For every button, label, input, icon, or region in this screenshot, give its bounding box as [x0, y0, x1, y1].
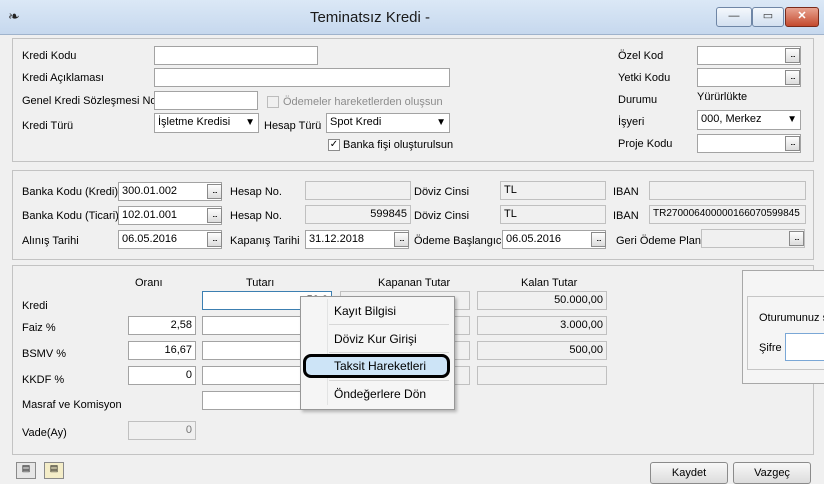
kapanis-tarihi-label: Kapanış Tarihi: [230, 235, 300, 247]
durumu-label: Durumu: [618, 94, 658, 106]
chevron-down-icon: ▼: [787, 114, 797, 125]
kredi-aciklamasi-label: Kredi Açıklaması: [22, 72, 104, 84]
menu-separator: [329, 380, 449, 381]
kredi-kalan-field: 50.000,00: [477, 291, 607, 310]
banka-ticari-lookup-button[interactable]: ...: [207, 208, 222, 223]
banka-kredi-lookup-button[interactable]: ...: [207, 184, 222, 199]
col-tutari-header: Tutarı: [246, 277, 275, 289]
hesap-no-field: [305, 181, 411, 200]
kkdf-row-label: KKDF %: [22, 374, 65, 386]
col-kapanan-header: Kapanan Tutar: [378, 277, 451, 289]
kredi-turu-value: İşletme Kredisi: [158, 116, 231, 128]
col-orani-header: Oranı: [135, 277, 163, 289]
context-menu: Kayıt Bilgisi Döviz Kur Girişi Taksit Ha…: [300, 296, 455, 410]
oturum-label: Oturumunuz s: [759, 312, 824, 324]
sifre-input[interactable]: [785, 333, 824, 361]
odeme-baslangici-calendar-button[interactable]: ...: [591, 232, 606, 247]
banka-ticari-label: Banka Kodu (Ticari): [22, 210, 119, 222]
faiz-oran-input[interactable]: 2,58: [128, 316, 196, 335]
hesap-turu-select[interactable]: Spot Kredi ▼: [326, 113, 450, 133]
chevron-down-icon: ▼: [436, 117, 446, 128]
vazgec-button[interactable]: Vazgeç: [733, 462, 811, 484]
faiz-row-label: Faiz %: [22, 322, 56, 334]
login-dialog: Oturumunuz s Şifre: [742, 270, 824, 384]
vade-label: Vade(Ay): [22, 427, 67, 439]
ozel-kod-lookup-button[interactable]: ...: [785, 48, 800, 63]
hesap-no-label: Hesap No.: [230, 186, 282, 198]
kredi-aciklamasi-input[interactable]: [154, 68, 450, 87]
isyeri-label: İşyeri: [618, 116, 645, 128]
doviz-cinsi-field: TL: [500, 181, 606, 200]
odemeler-checkbox[interactable]: [267, 96, 279, 108]
banka-fisi-label: Banka fişi oluşturulsun: [343, 139, 454, 151]
hesap-no-2-label: Hesap No.: [230, 210, 282, 222]
isyeri-value: 000, Merkez: [701, 113, 762, 125]
banka-kredi-label: Banka Kodu (Kredi): [22, 186, 118, 198]
bsmv-kalan-field: 500,00: [477, 341, 607, 360]
menu-gutter: [327, 299, 328, 405]
odemeler-label: Ödemeler hareketlerden oluşsun: [283, 96, 443, 108]
genel-kredi-input[interactable]: [154, 91, 258, 110]
faiz-kalan-field: 3.000,00: [477, 316, 607, 335]
iban-label: IBAN: [613, 186, 639, 198]
proje-kodu-label: Proje Kodu: [618, 138, 673, 150]
kredi-row-label: Kredi: [22, 300, 48, 312]
close-button[interactable]: ✕: [785, 7, 819, 27]
banka-fisi-checkbox[interactable]: ✓: [328, 139, 340, 151]
kredi-turu-select[interactable]: İşletme Kredisi ▼: [154, 113, 259, 133]
ozel-kod-label: Özel Kod: [618, 50, 664, 62]
kapanis-tarihi-calendar-button[interactable]: ...: [394, 232, 409, 247]
col-kalan-header: Kalan Tutar: [521, 277, 578, 289]
kaydet-button[interactable]: Kaydet: [650, 462, 728, 484]
menu-separator: [329, 352, 449, 353]
kredi-kodu-input[interactable]: [154, 46, 318, 65]
hesap-turu-value: Spot Kredi: [330, 116, 382, 128]
kkdf-kalan-field: [477, 366, 607, 385]
proje-kodu-lookup-button[interactable]: ...: [785, 136, 800, 151]
alinis-tarihi-calendar-button[interactable]: ...: [207, 232, 222, 247]
yetki-kodu-lookup-button[interactable]: ...: [785, 70, 800, 85]
maximize-button[interactable]: ▭: [752, 7, 784, 27]
title-bar: ❧ Teminatsız Kredi - — ▭ ✕: [0, 0, 824, 35]
hesap-no-2-field: 599845: [305, 205, 411, 224]
kredi-turu-label: Kredi Türü: [22, 120, 74, 132]
kkdf-oran-input[interactable]: 0: [128, 366, 196, 385]
document-icon[interactable]: ▤: [44, 462, 64, 479]
window-title: Teminatsız Kredi -: [309, 9, 431, 26]
doviz-cinsi-2-label: Döviz Cinsi: [414, 210, 470, 222]
doviz-cinsi-2-field: TL: [500, 205, 606, 224]
yetki-kodu-label: Yetki Kodu: [618, 72, 671, 84]
vade-field: 0: [128, 421, 196, 440]
isyeri-select[interactable]: 000, Merkez ▼: [697, 110, 801, 130]
note-icon[interactable]: ▤: [16, 462, 36, 479]
chevron-down-icon: ▼: [245, 117, 255, 128]
bsmv-row-label: BSMV %: [22, 348, 67, 360]
alinis-tarihi-label: Alınış Tarihi: [22, 235, 79, 247]
iban-field: [649, 181, 806, 200]
menu-item-ondegerlere-don[interactable]: Öndeğerlere Dön: [334, 387, 426, 401]
menu-item-taksit-hareketleri[interactable]: Taksit Hareketleri: [334, 359, 426, 373]
masraf-row-label: Masraf ve Komisyon: [22, 399, 122, 411]
sifre-label: Şifre: [759, 342, 782, 354]
doviz-cinsi-label: Döviz Cinsi: [414, 186, 470, 198]
geri-odeme-lookup-button[interactable]: ...: [789, 231, 804, 246]
bsmv-oran-input[interactable]: 16,67: [128, 341, 196, 360]
iban-2-field: TR270006400000166070599845: [649, 205, 806, 224]
menu-item-doviz-kur[interactable]: Döviz Kur Girişi: [334, 332, 417, 346]
hesap-turu-label: Hesap Türü: [264, 120, 322, 132]
minimize-button[interactable]: —: [716, 7, 752, 27]
durumu-value: Yürürlükte: [697, 91, 748, 103]
kredi-kodu-label: Kredi Kodu: [22, 50, 77, 62]
odeme-baslangici-label: Ödeme Başlangıcı: [414, 235, 505, 247]
menu-separator: [329, 324, 449, 325]
iban-2-label: IBAN: [613, 210, 639, 222]
geri-odeme-label: Geri Ödeme Planı: [616, 235, 705, 247]
menu-item-kayit-bilgisi[interactable]: Kayıt Bilgisi: [334, 304, 396, 318]
genel-kredi-label: Genel Kredi Sözleşmesi No.: [22, 95, 160, 107]
